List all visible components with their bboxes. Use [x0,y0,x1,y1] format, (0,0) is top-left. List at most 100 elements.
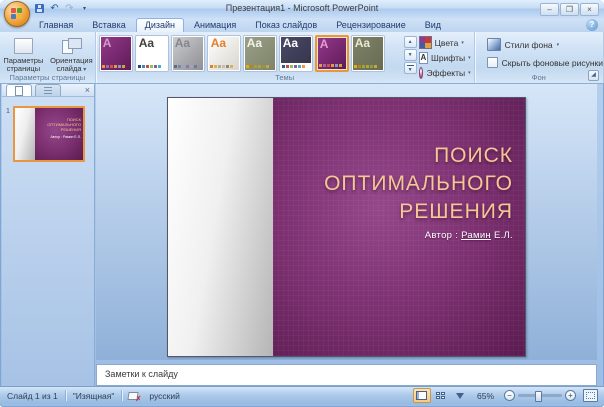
quick-access-toolbar: ↶ ↷ ▾ [33,2,91,15]
view-sorter-button[interactable] [432,388,450,403]
outline-tab-icon [44,87,52,94]
pane-tab-outline[interactable] [35,84,61,96]
save-button[interactable] [33,3,46,15]
powerpoint-window: ↶ ↷ ▾ Презентация1 - Microsoft PowerPoin… [0,0,604,407]
theme-thumbnail-olive-dark[interactable]: Aa [350,35,385,72]
save-icon [35,4,44,13]
page-setup-icon [13,36,33,55]
theme-thumbnail-paper-light[interactable]: Aa [206,35,241,72]
checkbox-icon [486,57,498,68]
thumbnail-author: Автор : Рамин Е.Л. [50,135,81,139]
view-slideshow-icon [455,392,464,399]
hide-background-checkbox[interactable]: Скрыть фоновые рисунки [486,57,603,68]
slide-title[interactable]: ПОИСК ОПТИМАЛЬНОГО РЕШЕНИЯ [324,142,513,226]
theme-aa-sample: Aa [138,37,155,50]
view-slideshow-button[interactable] [451,388,469,403]
theme-colors-icon [418,36,432,49]
notes-placeholder: Заметки к слайду [105,369,178,379]
spellcheck-icon[interactable] [128,391,142,403]
ribbon-tab[interactable]: Главная [30,18,82,32]
slide-author[interactable]: Автор : Рамин Е.Л. [425,230,513,241]
slides-tab-icon [15,85,23,96]
minimize-button[interactable]: – [540,3,559,16]
group-label-themes: Темы [275,73,295,82]
gallery-scroll-down-icon[interactable]: ▼ [403,49,417,61]
ribbon-tab-strip: Главная Вставка Дизайн Анимация Показ слайдо… [0,18,604,32]
thumbnail-left-band [15,108,35,160]
window-controls: – ❐ × [540,3,599,16]
ribbon-tab[interactable]: Показ слайдов [246,18,326,32]
view-sorter-icon [436,392,446,399]
slide-counter: Слайд 1 из 1 [7,390,58,401]
theme-name: "Изящная" [72,390,115,401]
zoom-slider-thumb[interactable] [535,391,542,402]
ribbon-tab[interactable]: Вставка [83,18,134,32]
themes-group: AAaAaAaAaAaAAa ▲ ▼ ▼ Цвета A Шрифты Эффе… [96,32,475,83]
office-button[interactable] [4,1,30,27]
thumbnail-canvas: ПОИСК ОПТИМАЛЬНОГО РЕШЕНИЯ Автор : Рамин… [34,108,83,160]
zoom-slider[interactable] [518,391,562,402]
maximize-button[interactable]: ❐ [560,3,579,16]
redo-button[interactable]: ↷ [63,3,76,15]
theme-aa-sample: Aa [354,37,371,50]
theme-thumbnail-current-purple[interactable]: A [98,35,133,72]
theme-thumbnail-dark-navy[interactable]: Aa [278,35,313,72]
view-normal-icon [416,391,428,400]
theme-aa-sample: A [319,38,329,51]
close-pane-icon[interactable]: × [85,85,90,96]
group-label-page-setup: Параметры страницы [9,73,86,82]
help-button[interactable]: ? [586,19,598,31]
zoom-out-button[interactable]: − [504,390,515,401]
slides-pane-header: × [2,84,94,97]
slide-left-band [168,98,273,356]
slide-number: 1 [6,108,10,115]
zoom-level[interactable]: 65% [470,391,501,401]
language-label[interactable]: русский [142,391,187,401]
dialog-launcher-icon[interactable]: ◢ [588,70,599,81]
theme-thumbnail-silver[interactable]: Aa [170,35,205,72]
zoom-in-button[interactable]: + [565,390,576,401]
notes-panel[interactable]: Заметки к слайду [96,364,597,386]
theme-fonts-button[interactable]: A Шрифты [418,52,471,64]
background-group: Стили фона Скрыть фоновые рисунки Фон ◢ [475,32,604,83]
status-bar: Слайд 1 из 1 "Изящная" русский 65% − + [0,386,604,404]
thumbnail-title: ПОИСК ОПТИМАЛЬНОГО РЕШЕНИЯ [47,117,81,132]
editor-canvas: ПОИСК ОПТИМАЛЬНОГО РЕШЕНИЯ Автор : Рамин… [96,84,597,360]
slide-canvas[interactable]: ПОИСК ОПТИМАЛЬНОГО РЕШЕНИЯ Автор : Рамин… [167,97,526,357]
view-normal-button[interactable] [412,388,431,403]
theme-aa-sample: Aa [246,37,263,50]
theme-aa-sample: Aa [282,37,299,50]
theme-thumbnail-olive[interactable]: Aa [242,35,277,72]
window-title: Презентация1 - Microsoft PowerPoint [225,3,379,13]
ribbon-tab[interactable]: Дизайн [135,18,184,32]
slide-thumbnail-row: 1 ПОИСК ОПТИМАЛЬНОГО РЕШЕНИЯ Автор : Рам… [2,106,94,162]
title-bar: ↶ ↷ ▾ Презентация1 - Microsoft PowerPoin… [0,0,604,27]
office-logo-icon [11,8,22,19]
theme-thumbnail-elegant-selected[interactable]: A [314,35,349,72]
theme-colors-button[interactable]: Цвета [418,36,471,49]
close-button[interactable]: × [580,3,599,16]
ribbon-tab[interactable]: Анимация [185,18,245,32]
theme-thumbnail-office-white[interactable]: Aa [134,35,169,72]
theme-aa-sample: Aa [210,37,227,50]
group-label-background: Фон [531,73,546,82]
ribbon-tab[interactable]: Рецензирование [327,18,415,32]
ribbon-tab[interactable]: Вид [416,18,450,32]
theme-aa-sample: Aa [174,37,191,50]
themes-gallery-scroll: ▲ ▼ ▼ [403,36,417,74]
theme-aa-sample: A [102,37,112,50]
status-bar-right: 65% − + [412,388,604,403]
themes-gallery: A Aa Aa Aa Aa Aa A Aa [98,35,474,72]
theme-fonts-icon: A [418,52,429,64]
fit-window-button[interactable] [583,389,598,402]
work-area: × 1 ПОИСК ОПТИМАЛЬНОГО РЕШЕНИЯ Автор : Р… [0,84,604,386]
gallery-scroll-up-icon[interactable]: ▲ [403,36,417,48]
slide-thumbnail[interactable]: ПОИСК ОПТИМАЛЬНОГО РЕШЕНИЯ Автор : Рамин… [13,106,85,162]
slides-pane: × 1 ПОИСК ОПТИМАЛЬНОГО РЕШЕНИЯ Автор : Р… [2,84,95,386]
pane-tab-slides[interactable] [6,84,32,96]
slide-orientation-icon [62,36,83,55]
background-styles-button[interactable]: Стили фона [486,38,603,51]
undo-button[interactable]: ↶ [48,3,61,15]
page-setup-group: Параметры страницы Ориентация слайда Пар… [0,32,96,83]
qat-customize-button[interactable]: ▾ [78,3,91,15]
